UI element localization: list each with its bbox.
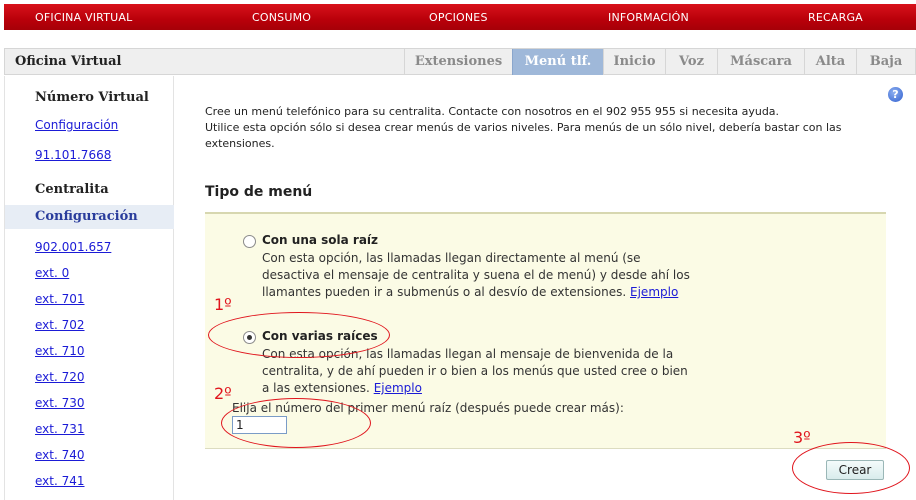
sidebar-item-label: Configuración xyxy=(35,209,138,224)
option-una-raiz-desc: Con esta opción, las llamadas llegan dir… xyxy=(262,250,692,301)
sidebar-link-ext-731[interactable]: ext. 731 xyxy=(35,422,85,436)
sidebar: Número Virtual Configuración 91.101.7668… xyxy=(4,76,174,500)
tab-voz[interactable]: Voz xyxy=(665,49,717,75)
intro-line-1: Cree un menú telefónico para su centrali… xyxy=(205,105,780,118)
tab-extensiones[interactable]: Extensiones xyxy=(404,49,512,75)
sidebar-link-ext-730[interactable]: ext. 730 xyxy=(35,396,85,410)
nav-consumo[interactable]: CONSUMO xyxy=(252,11,311,24)
nav-recarga[interactable]: RECARGA xyxy=(808,11,863,24)
sidebar-link-centralita-number[interactable]: 902.001.657 xyxy=(35,240,111,254)
page-title: Oficina Virtual xyxy=(15,54,122,69)
sidebar-link-ext-720[interactable]: ext. 720 xyxy=(35,370,85,384)
annotation-number-1: 1º xyxy=(214,295,232,314)
sidebar-link-ext-741[interactable]: ext. 741 xyxy=(35,474,85,488)
title-bar: Oficina Virtual Extensiones Menú tlf. In… xyxy=(4,48,916,75)
tab-inicio[interactable]: Inicio xyxy=(603,49,665,75)
tab-alta[interactable]: Alta xyxy=(804,49,856,75)
sidebar-heading-centralita: Centralita xyxy=(35,182,109,197)
annotation-oval-3 xyxy=(792,442,910,494)
sidebar-link-ext-0[interactable]: ext. 0 xyxy=(35,266,69,280)
sidebar-link-ext-701[interactable]: ext. 701 xyxy=(35,292,85,306)
option-varias-raices-example-link[interactable]: Ejemplo xyxy=(374,381,422,395)
help-icon[interactable]: ? xyxy=(888,87,903,102)
section-title: Tipo de menú xyxy=(205,184,313,200)
option-una-raiz-title: Con una sola raíz xyxy=(262,233,379,247)
annotation-oval-1 xyxy=(208,312,390,358)
sidebar-link-ext-740[interactable]: ext. 740 xyxy=(35,448,85,462)
option-una-raiz-desc-text: Con esta opción, las llamadas llegan dir… xyxy=(262,251,690,299)
annotation-oval-2 xyxy=(221,398,371,448)
annotation-number-3: 3º xyxy=(793,428,811,447)
sidebar-link-configuracion-numero[interactable]: Configuración xyxy=(35,118,118,132)
sidebar-item-configuracion-selected[interactable]: Configuración xyxy=(5,205,174,229)
tab-menu-tlf[interactable]: Menú tlf. xyxy=(512,49,603,75)
radio-una-raiz[interactable] xyxy=(243,235,256,248)
intro-text: Cree un menú telefónico para su centrali… xyxy=(205,104,845,152)
sidebar-heading-numero-virtual: Número Virtual xyxy=(35,90,149,105)
option-una-raiz-example-link[interactable]: Ejemplo xyxy=(630,285,678,299)
tab-baja[interactable]: Baja xyxy=(856,49,915,75)
sidebar-link-ext-702[interactable]: ext. 702 xyxy=(35,318,85,332)
sidebar-link-numero[interactable]: 91.101.7668 xyxy=(35,148,111,162)
top-nav-bar: OFICINA VIRTUAL CONSUMO OPCIONES INFORMA… xyxy=(4,4,916,30)
annotation-number-2: 2º xyxy=(214,384,232,403)
sidebar-link-ext-710[interactable]: ext. 710 xyxy=(35,344,85,358)
nav-oficina-virtual[interactable]: OFICINA VIRTUAL xyxy=(35,11,132,24)
intro-line-2: Utilice esta opción sólo si desea crear … xyxy=(205,121,842,150)
nav-opciones[interactable]: OPCIONES xyxy=(429,11,488,24)
nav-informacion[interactable]: INFORMACIÓN xyxy=(608,11,689,24)
tab-mascara[interactable]: Máscara xyxy=(717,49,804,75)
